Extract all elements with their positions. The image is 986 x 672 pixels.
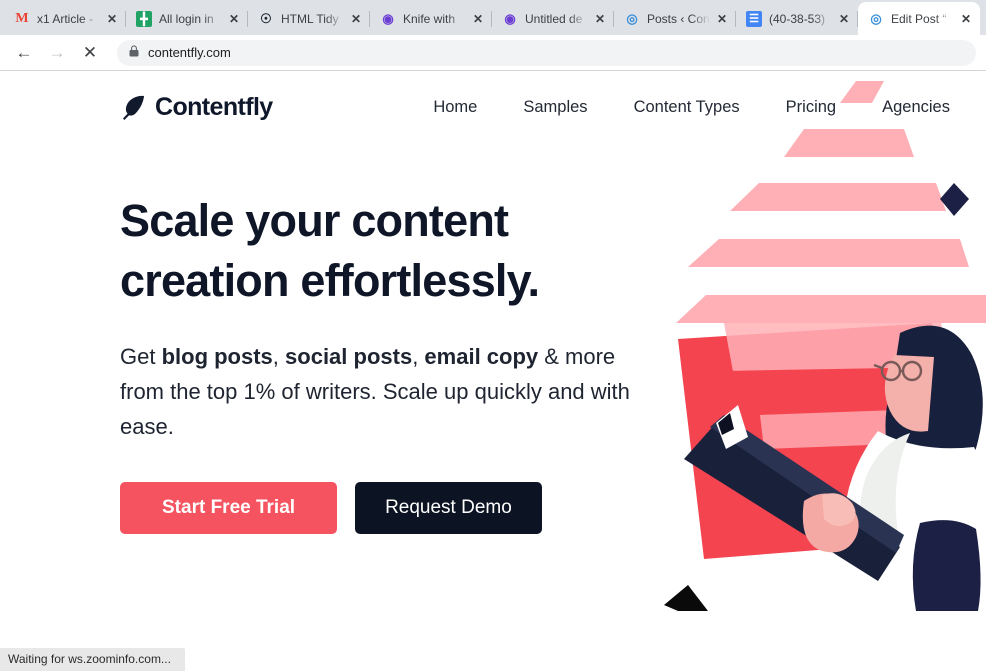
tab-close-icon[interactable]: ✕ [348, 11, 364, 27]
html-tidy-icon: ☉ [260, 10, 272, 26]
tab-strip: M x1 Article - ✕ ╋ All login in ✕ ☉ HTML… [0, 0, 986, 35]
tab-title: All login in [159, 11, 214, 26]
gmail-icon: M [15, 10, 29, 26]
page-viewport: Contentfly Home Samples Content Types Pr… [0, 71, 986, 671]
tab-close-icon[interactable]: ✕ [226, 11, 242, 27]
subhead-bold-social-posts: social posts [285, 343, 413, 369]
site-header: Contentfly Home Samples Content Types Pr… [0, 71, 986, 143]
brand-name: Contentfly [155, 92, 273, 121]
request-demo-button[interactable]: Request Demo [355, 482, 542, 535]
browser-tab[interactable]: M x1 Article - ✕ [4, 2, 126, 35]
hero-subheadline: Get blog posts, social posts, email copy… [120, 339, 665, 445]
docs-icon: ☰ [746, 10, 762, 27]
subhead-bold-blog-posts: blog posts [161, 343, 273, 369]
tab-close-icon[interactable]: ✕ [592, 11, 608, 27]
tab-close-icon[interactable]: ✕ [958, 11, 974, 27]
start-free-trial-button[interactable]: Start Free Trial [120, 482, 338, 535]
stop-loading-icon[interactable]: ✕ [76, 39, 104, 67]
tab-title: (40-38-53) [769, 11, 826, 26]
tab-title: Knife with [403, 11, 456, 26]
browser-tab[interactable]: ◎ Posts ‹ Con ✕ [614, 2, 736, 35]
r-circle-icon: ◎ [626, 10, 638, 26]
tab-close-icon[interactable]: ✕ [470, 11, 486, 27]
back-icon[interactable]: ← [10, 39, 38, 67]
address-bar[interactable]: contentfly.com [117, 39, 976, 66]
hero-cta-row: Start Free Trial Request Demo [120, 482, 680, 535]
nav-item-samples[interactable]: Samples [523, 98, 587, 117]
nav-item-content-types[interactable]: Content Types [634, 98, 740, 117]
lock-icon [129, 45, 139, 60]
browser-tab[interactable]: ◉ Untitled de ✕ [492, 2, 614, 35]
browser-tab[interactable]: ◉ Knife with ✕ [370, 2, 492, 35]
tab-title: Posts ‹ Con [647, 11, 710, 26]
browser-tab[interactable]: ╋ All login in ✕ [126, 2, 248, 35]
forward-icon[interactable]: → [43, 39, 71, 67]
tab-title: HTML Tidy [281, 11, 339, 26]
browser-window: M x1 Article - ✕ ╋ All login in ✕ ☉ HTML… [0, 0, 986, 672]
tab-title: Edit Post “ [891, 11, 947, 26]
browser-toolbar: ← → ✕ contentfly.com [0, 35, 986, 71]
main-navigation: Home Samples Content Types Pricing Agenc… [433, 98, 958, 117]
feather-icon [120, 94, 146, 120]
hero-section: Scale your content creation effortlessly… [0, 143, 986, 535]
address-bar-url: contentfly.com [148, 45, 231, 60]
subhead-comma-2: , [412, 343, 425, 369]
hero-headline: Scale your content creation effortlessly… [120, 195, 540, 306]
browser-tab[interactable]: ☉ HTML Tidy ✕ [248, 2, 370, 35]
subhead-lead: Get [120, 343, 162, 369]
nav-item-home[interactable]: Home [433, 98, 477, 117]
hero-copy: Scale your content creation effortlessly… [120, 191, 680, 535]
tab-close-icon[interactable]: ✕ [104, 11, 120, 27]
tab-title: Untitled de [525, 11, 583, 26]
browser-tab[interactable]: ☰ (40-38-53) ✕ [736, 2, 858, 35]
status-bar: Waiting for ws.zoominfo.com... [0, 648, 185, 671]
nav-item-agencies[interactable]: Agencies [882, 98, 950, 117]
browser-tab-active[interactable]: ◎ Edit Post “ ✕ [858, 2, 980, 35]
c-circle-icon: ◉ [504, 10, 516, 26]
tab-title: x1 Article - [37, 11, 94, 26]
tab-close-icon[interactable]: ✕ [836, 11, 852, 27]
subhead-comma-1: , [272, 343, 286, 369]
tab-close-icon[interactable]: ✕ [714, 11, 730, 27]
site-logo[interactable]: Contentfly [120, 93, 273, 122]
subhead-bold-email-copy: email copy [424, 343, 539, 369]
r-circle-icon: ◎ [870, 10, 882, 26]
nav-item-pricing[interactable]: Pricing [786, 98, 836, 117]
sheets-icon: ╋ [136, 10, 152, 27]
c-circle-icon: ◉ [382, 10, 394, 26]
